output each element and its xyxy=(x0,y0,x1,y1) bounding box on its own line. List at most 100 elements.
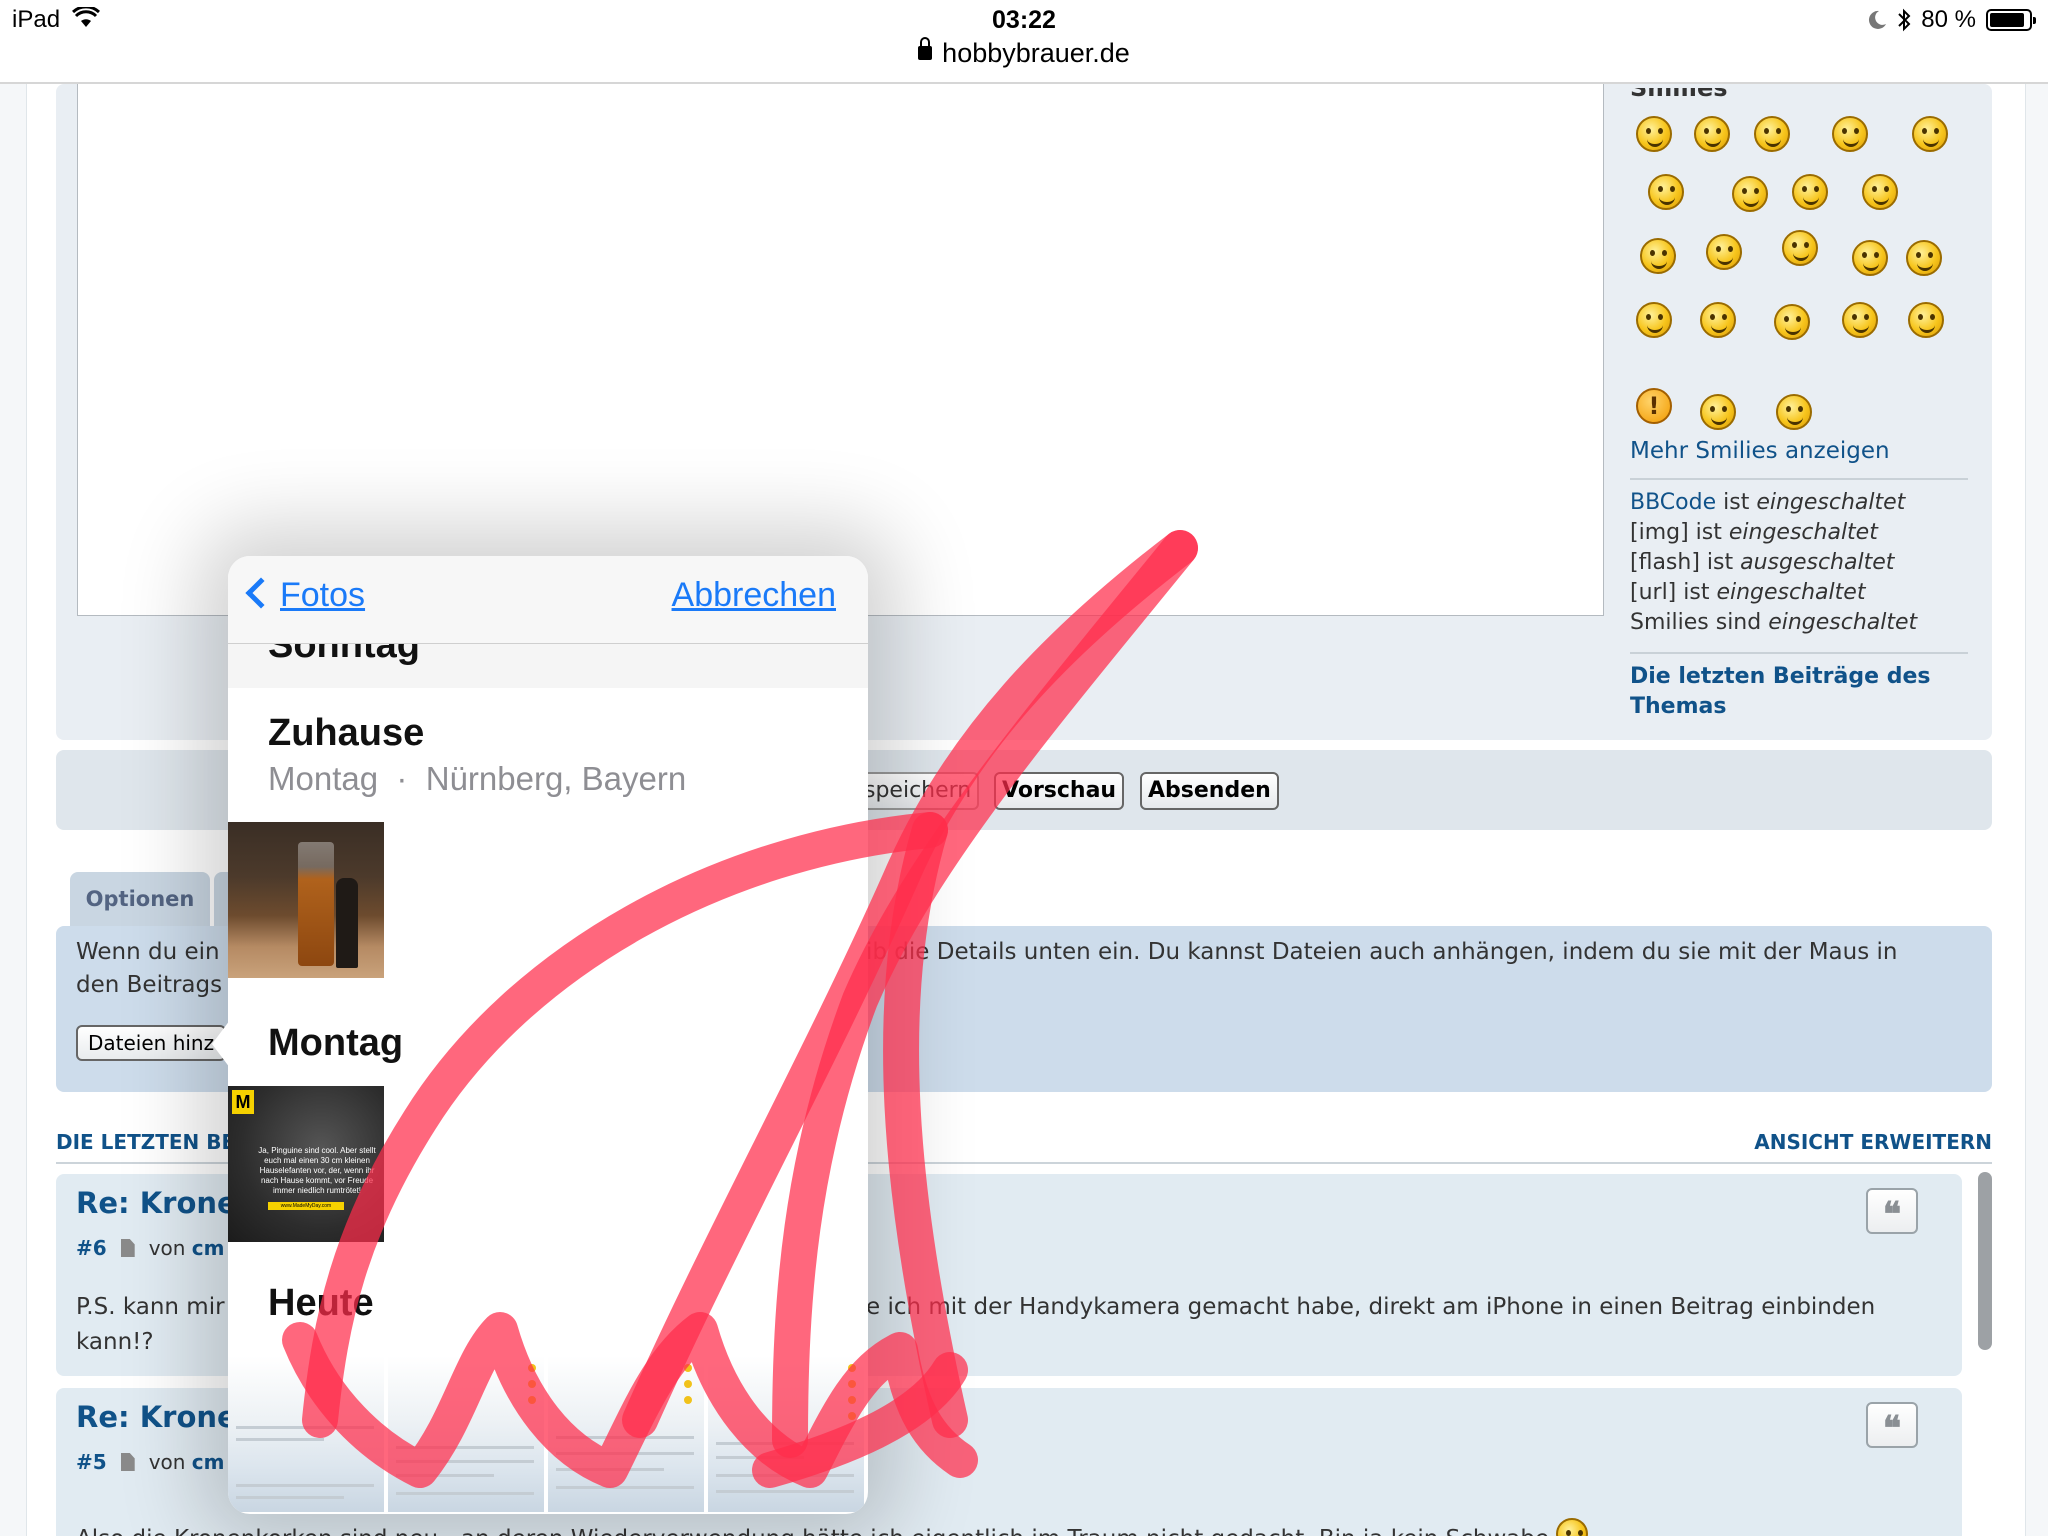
warning-icon[interactable]: ! xyxy=(1636,388,1672,424)
post-body: Also die Kronenkorken sind neu - an dere… xyxy=(76,1514,1922,1536)
setting-row: [img] ist eingeschaltet xyxy=(1630,518,1878,548)
more-smilies-link[interactable]: Mehr Smilies anzeigen xyxy=(1630,438,1890,464)
setting-row: [url] ist eingeschaltet xyxy=(1630,578,1865,608)
setting-verb: ist xyxy=(1699,550,1741,575)
latest-posts-link-line1: Die letzten Beiträge des xyxy=(1630,664,1931,689)
lock-icon xyxy=(918,37,933,60)
bottle xyxy=(336,878,358,968)
quote-button[interactable]: ❝ xyxy=(1866,1188,1918,1235)
latest-posts-link[interactable]: Die letzten Beiträge des Themas xyxy=(1630,662,1930,722)
post-number[interactable]: #5 xyxy=(76,1450,107,1474)
smiley-icon[interactable] xyxy=(1694,116,1730,152)
post-body-left-2: kann!? xyxy=(76,1329,154,1355)
smiley-icon[interactable] xyxy=(1862,174,1898,210)
smiley-icon[interactable] xyxy=(1782,230,1818,266)
sticky-section-header: Sonntag xyxy=(228,644,868,688)
setting-name: [flash] xyxy=(1630,550,1700,575)
setting-verb: ist xyxy=(1716,490,1757,515)
smiley-icon[interactable] xyxy=(1732,176,1768,212)
document-icon xyxy=(120,1239,135,1257)
photo-thumbnail[interactable] xyxy=(228,822,384,978)
section-title: Sonntag xyxy=(268,644,420,666)
smiley-icon[interactable] xyxy=(1832,116,1868,152)
smiley-icon[interactable] xyxy=(1648,174,1684,210)
url-text: hobbybrauer.de xyxy=(942,38,1130,68)
quote-button[interactable]: ❝ xyxy=(1866,1402,1918,1449)
setting-verb: sind xyxy=(1708,610,1769,635)
smiley-icon[interactable] xyxy=(1776,394,1812,430)
smiley-icon[interactable] xyxy=(1706,234,1742,270)
setting-row: [flash] ist ausgeschaltet xyxy=(1630,548,1894,578)
smiley-icon[interactable] xyxy=(1852,240,1888,276)
meme-footer-text: www.MadeMyDay.com xyxy=(280,1203,332,1209)
cancel-button[interactable]: Abbrechen xyxy=(672,576,836,615)
smiley-icon[interactable] xyxy=(1640,238,1676,274)
screenshot-thumbnail[interactable] xyxy=(388,1356,544,1512)
battery-percent: 80 % xyxy=(1921,6,1976,33)
setting-state: eingeschaltet xyxy=(1768,610,1918,635)
moment-title: Heute xyxy=(268,1282,374,1324)
photo-thumbnail[interactable]: M Ja, Pinguine sind cool. Aber stellt eu… xyxy=(228,1086,384,1242)
setting-verb: ist xyxy=(1688,520,1729,545)
setting-state: eingeschaltet xyxy=(1716,580,1866,605)
photo-picker-popover: Fotos Abbrechen Sonntag Zuhause Montag ·… xyxy=(228,556,868,1514)
post-author[interactable]: cm xyxy=(192,1236,225,1260)
expand-view-link[interactable]: ANSICHT ERWEITERN xyxy=(1754,1130,1992,1154)
help-text-left-1: Wenn du ein xyxy=(76,939,220,965)
post-author[interactable]: cm xyxy=(192,1450,225,1474)
screenshot-thumbnail[interactable] xyxy=(708,1356,864,1512)
preview-button[interactable]: Vorschau xyxy=(994,772,1125,810)
smiley-icon[interactable] xyxy=(1908,302,1944,338)
tab-options[interactable]: Optionen xyxy=(70,872,210,926)
chevron-left-icon xyxy=(245,577,277,609)
battery-icon xyxy=(1986,9,2036,31)
smiley-icon[interactable] xyxy=(1700,394,1736,430)
submit-button[interactable]: Absenden xyxy=(1140,772,1279,810)
smilies-panel: Smilies ! Mehr Smilies anzeigen BBCode i… xyxy=(1606,84,1992,740)
moment-subtitle: Montag · Nürnberg, Bayern xyxy=(268,760,687,797)
setting-row: Smilies sind eingeschaltet xyxy=(1630,608,1917,638)
scrollbar[interactable] xyxy=(1978,1172,1992,1350)
post-by: von xyxy=(148,1450,186,1474)
smiley-icon[interactable] xyxy=(1754,116,1790,152)
add-files-button[interactable]: Dateien hinz xyxy=(76,1025,227,1061)
help-text-left-2: den Beitrags xyxy=(76,972,223,998)
setting-name: [img] xyxy=(1630,520,1689,545)
setting-name: Smilies xyxy=(1630,610,1709,635)
post-number[interactable]: #6 xyxy=(76,1236,107,1260)
setting-state: eingeschaltet xyxy=(1728,520,1878,545)
smiley-icon[interactable] xyxy=(1912,116,1948,152)
divider xyxy=(1630,652,1968,654)
meme-footer: www.MadeMyDay.com xyxy=(268,1202,344,1210)
help-text-right: ib die Details unten ein. Du kannst Date… xyxy=(866,939,1898,965)
smiley-icon[interactable] xyxy=(1700,302,1736,338)
post-body-left: P.S. kann mir xyxy=(76,1294,225,1320)
setting-row: BBCode ist eingeschaltet xyxy=(1630,488,1905,518)
status-icons: 80 % xyxy=(1867,6,2036,34)
post-meta: #5 von cm xyxy=(76,1450,225,1474)
latest-posts-link-line2: Themas xyxy=(1630,694,1727,719)
setting-name[interactable]: BBCode xyxy=(1630,490,1716,515)
back-button[interactable]: Fotos xyxy=(242,576,365,615)
message-textarea[interactable] xyxy=(77,84,1604,616)
popover-arrow xyxy=(212,1020,230,1068)
setting-name: [url] xyxy=(1630,580,1677,605)
setting-state: ausgeschaltet xyxy=(1740,550,1895,575)
smiley-icon[interactable] xyxy=(1792,174,1828,210)
beer-glass xyxy=(298,842,334,966)
back-label: Fotos xyxy=(280,576,366,614)
smiley-icon[interactable] xyxy=(1636,302,1672,338)
screenshot-thumbnail[interactable] xyxy=(548,1356,704,1512)
post-meta: #6 von cm xyxy=(76,1236,225,1260)
address-bar[interactable]: hobbybrauer.de xyxy=(0,37,2048,69)
save-draft-button[interactable]: speichern xyxy=(860,772,980,810)
moment-title: Montag xyxy=(268,1022,404,1064)
clock: 03:22 xyxy=(992,6,1056,34)
smiley-icon[interactable] xyxy=(1636,116,1672,152)
smiley-icon[interactable] xyxy=(1842,302,1878,338)
screenshot-thumbnail[interactable] xyxy=(228,1356,384,1512)
setting-state: eingeschaltet xyxy=(1756,490,1906,515)
moment-title: Zuhause xyxy=(268,712,425,754)
smiley-icon[interactable] xyxy=(1906,240,1942,276)
smiley-icon[interactable] xyxy=(1774,304,1810,340)
